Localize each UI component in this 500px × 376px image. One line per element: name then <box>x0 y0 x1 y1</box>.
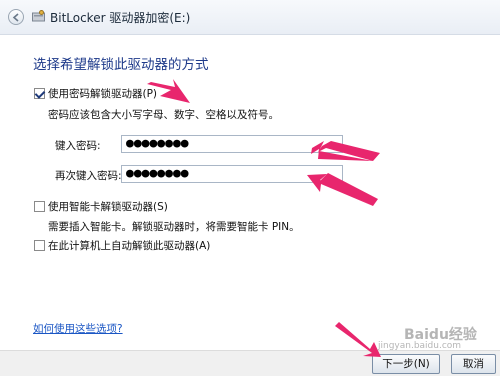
annotation-arrow-icon <box>335 322 381 357</box>
annotation-arrows <box>147 79 381 357</box>
annotation-arrow-icon <box>147 79 190 103</box>
annotation-arrow-icon <box>320 173 378 206</box>
